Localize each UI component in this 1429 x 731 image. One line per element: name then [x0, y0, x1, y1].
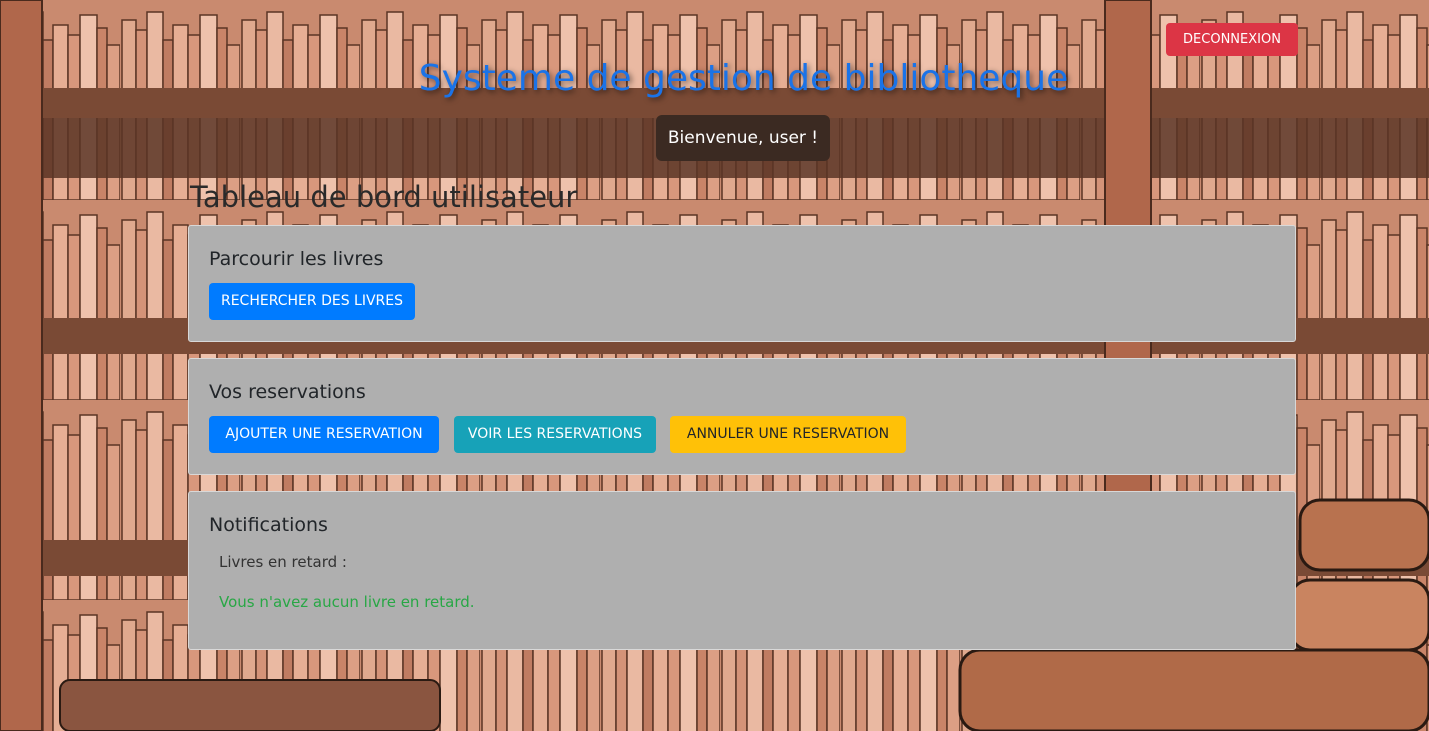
view-reservations-button[interactable]: VOIR LES RESERVATIONS	[454, 416, 656, 453]
dashboard-title: Tableau de bord utilisateur	[190, 180, 578, 214]
add-reservation-button[interactable]: AJOUTER UNE RESERVATION	[209, 416, 439, 453]
app-title: Systeme de gestion de bibliotheque	[418, 58, 1069, 99]
reservations-title: Vos reservations	[209, 381, 366, 403]
notifications-title: Notifications	[209, 514, 328, 536]
overdue-books-label: Livres en retard :	[219, 553, 347, 571]
overdue-status-message: Vous n'avez aucun livre en retard.	[219, 593, 475, 611]
browse-books-card: Parcourir les livres RECHERCHER DES LIVR…	[188, 225, 1296, 342]
browse-books-title: Parcourir les livres	[209, 248, 384, 270]
logout-button[interactable]: DECONNEXION	[1166, 23, 1298, 56]
search-books-button[interactable]: RECHERCHER DES LIVRES	[209, 283, 415, 320]
reservations-card: Vos reservations AJOUTER UNE RESERVATION…	[188, 358, 1296, 475]
notifications-card: Notifications Livres en retard : Vous n'…	[188, 491, 1296, 650]
welcome-badge: Bienvenue, user !	[656, 115, 830, 161]
cancel-reservation-button[interactable]: ANNULER UNE RESERVATION	[670, 416, 906, 453]
